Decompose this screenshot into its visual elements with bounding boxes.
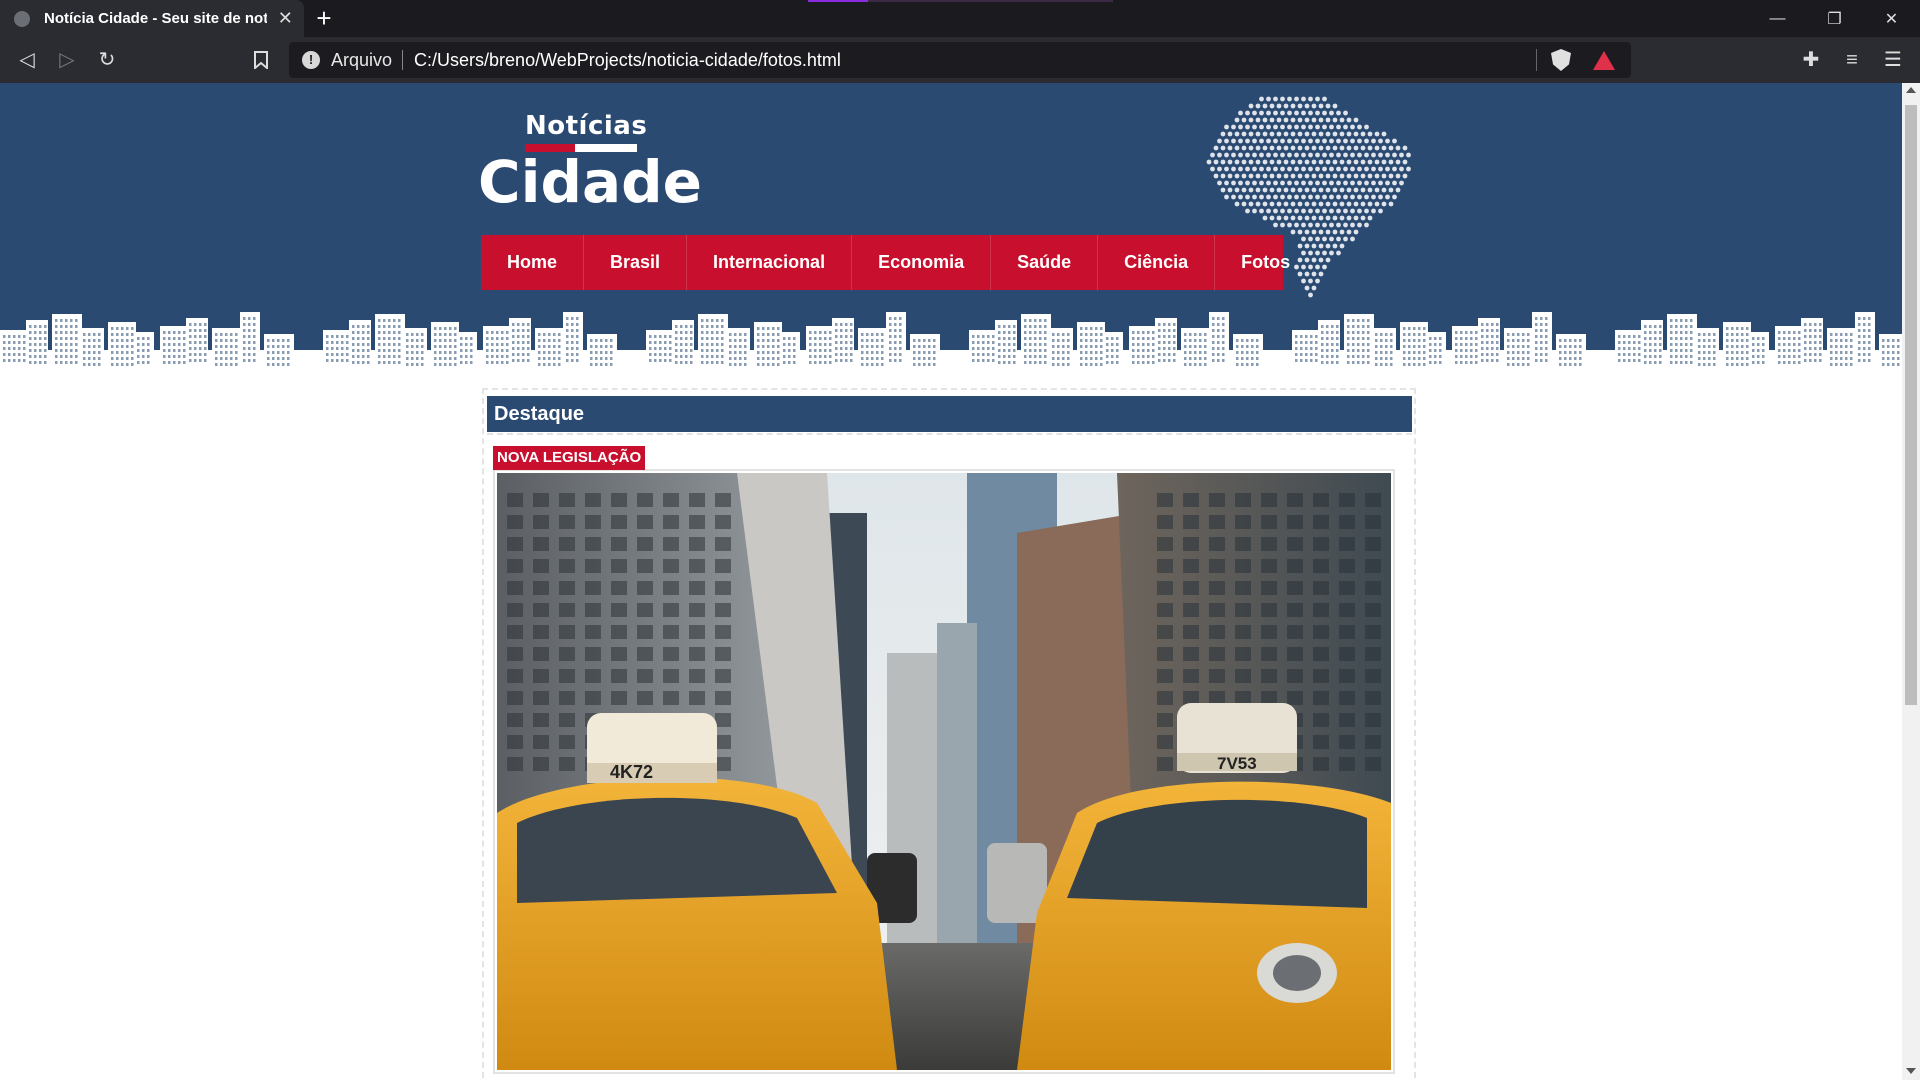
new-tab-button[interactable]: +	[310, 4, 338, 32]
logo-bottom-text[interactable]: Cidade	[478, 147, 702, 217]
address-actions	[1536, 42, 1631, 78]
close-icon[interactable]: ✕	[277, 8, 294, 29]
brave-rewards-icon[interactable]	[1593, 50, 1615, 70]
close-icon: ✕	[1884, 10, 1899, 28]
nav-item-fotos[interactable]: Fotos	[1215, 235, 1316, 290]
back-icon: ◁	[19, 49, 35, 71]
extensions-button[interactable]: ✚	[1797, 47, 1825, 73]
close-window-button[interactable]: ✕	[1863, 0, 1920, 37]
menu-icon: ☰	[1884, 49, 1902, 71]
address-url[interactable]: C:/Users/breno/WebProjects/noticia-cidad…	[414, 50, 841, 71]
window-controls: — ❐ ✕	[1749, 0, 1920, 37]
address-separator	[402, 50, 404, 70]
info-icon[interactable]: !	[302, 51, 320, 69]
extensions-icon: ✚	[1802, 49, 1820, 71]
main-nav: Home Brasil Internacional Economia Saúde…	[481, 235, 1290, 290]
category-tag[interactable]: NOVA LEGISLAÇÃO	[493, 446, 646, 470]
bookmark-button[interactable]	[248, 47, 274, 73]
featured-divider	[487, 433, 1412, 435]
tab-bar: Notícia Cidade - Seu site de notícias ✕ …	[0, 0, 1920, 37]
web-page: Notícias Cidade Home Brasil Internaciona…	[0, 83, 1902, 1080]
reload-icon: ↻	[98, 49, 116, 71]
scroll-up-icon[interactable]	[1906, 87, 1916, 93]
site-header: Notícias Cidade Home Brasil Internaciona…	[0, 83, 1902, 370]
taxi-right-plate: 7V53	[1217, 754, 1257, 773]
nav-item-saude[interactable]: Saúde	[991, 235, 1099, 290]
browser-tab[interactable]: Notícia Cidade - Seu site de notícias ✕	[0, 0, 304, 37]
page-scrollbar[interactable]	[1902, 83, 1920, 1080]
brave-shield-icon[interactable]	[1551, 49, 1571, 71]
playlist-button[interactable]: ≡	[1838, 47, 1866, 73]
scroll-down-icon[interactable]	[1906, 1068, 1916, 1074]
nav-item-internacional[interactable]: Internacional	[687, 235, 853, 290]
restore-icon: ❐	[1827, 10, 1842, 28]
forward-icon: ▷	[59, 49, 75, 71]
tab-title: Notícia Cidade - Seu site de notícias	[44, 10, 267, 27]
menu-button[interactable]: ☰	[1879, 47, 1907, 73]
taxi-left-plate: 4K72	[610, 762, 653, 782]
featured-section-title: Destaque	[487, 396, 1412, 432]
restore-button[interactable]: ❐	[1806, 0, 1863, 37]
nav-item-ciencia[interactable]: Ciência	[1098, 235, 1216, 290]
minimize-button[interactable]: —	[1749, 0, 1806, 37]
address-divider	[1536, 49, 1537, 71]
minimize-icon: —	[1769, 9, 1786, 27]
back-button[interactable]: ◁	[14, 47, 40, 73]
featured-photo[interactable]: 4K72 7V53	[497, 473, 1391, 1070]
bookmark-icon	[254, 51, 268, 71]
address-scheme: Arquivo	[331, 49, 393, 70]
plus-icon: +	[316, 3, 332, 33]
loading-indicator	[808, 0, 1113, 2]
nav-item-economia[interactable]: Economia	[852, 235, 992, 290]
address-bar[interactable]: ! Arquivo C:/Users/breno/WebProjects/not…	[289, 42, 1631, 78]
city-skyline-graphic	[0, 312, 1902, 370]
scroll-thumb[interactable]	[1905, 105, 1917, 705]
reload-button[interactable]: ↻	[94, 47, 120, 73]
forward-button[interactable]: ▷	[54, 47, 80, 73]
featured-photo-frame[interactable]: 4K72 7V53	[493, 469, 1395, 1074]
globe-icon	[14, 10, 30, 27]
nav-item-brasil[interactable]: Brasil	[584, 235, 688, 290]
logo-top-text[interactable]: Notícias	[525, 111, 647, 141]
playlist-icon: ≡	[1846, 49, 1858, 71]
nav-item-home[interactable]: Home	[481, 235, 585, 290]
